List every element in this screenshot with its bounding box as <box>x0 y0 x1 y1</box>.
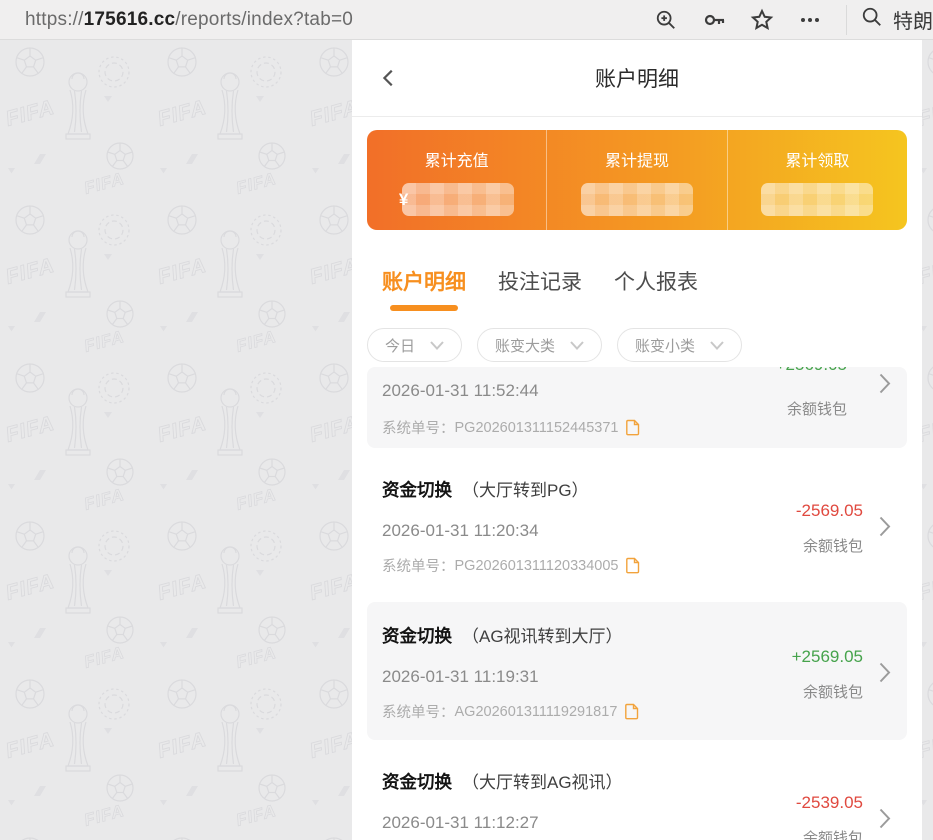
tab-label: 个人报表 <box>614 266 698 296</box>
copy-icon[interactable] <box>626 419 640 436</box>
order-number: AG202601311119291817 <box>455 704 618 720</box>
ellipsis-icon[interactable] <box>798 8 822 32</box>
url-scheme: https:// <box>25 9 84 30</box>
star-icon[interactable] <box>750 8 774 32</box>
chevron-down-icon <box>570 341 584 350</box>
summary-recharge: 累计充值 ¥ <box>367 130 546 230</box>
record-datetime: 2026-01-31 11:20:34 <box>382 521 796 541</box>
currency-symbol: ¥ <box>399 190 408 210</box>
wallet-label: 余额钱包 <box>787 398 847 419</box>
content-panel: 账户明细 累计充值 ¥ 累计提现 累计领取 <box>352 40 922 840</box>
record-title: 资金切换（大厅转到AG视讯） <box>382 768 796 794</box>
chevron-right-icon[interactable] <box>863 622 907 722</box>
tab-personal-report[interactable]: 个人报表 <box>614 266 698 296</box>
order-label: 系统单号： <box>382 417 455 438</box>
order-number: PG202601311120334005 <box>455 558 619 574</box>
redacted-value <box>581 183 693 216</box>
amount: -2539.05 <box>796 793 863 813</box>
redacted-value <box>761 183 873 216</box>
copy-icon[interactable] <box>626 557 640 574</box>
page-title: 账户明细 <box>595 63 679 93</box>
copy-icon[interactable] <box>625 703 639 720</box>
record-title: 资金切换（大厅转到PG） <box>382 476 796 502</box>
back-chevron-icon <box>378 67 400 89</box>
chevron-down-icon <box>710 341 724 350</box>
chevron-right-icon[interactable] <box>863 476 907 576</box>
chevron-right-icon[interactable] <box>879 373 891 399</box>
wallet-label: 余额钱包 <box>803 535 863 556</box>
amount-clipped: +2569.05 <box>776 367 847 376</box>
transaction-list: +2569.05 2026-01-31 11:52:44 系统单号： PG202… <box>352 367 922 840</box>
toolbar-divider <box>846 5 847 35</box>
browser-bar: https://175616.cc/reports/index?tab=0 特朗 <box>0 0 933 40</box>
transaction-record[interactable]: 资金切换（AG视讯转到大厅） 2026-01-31 11:19:31 系统单号：… <box>367 602 907 740</box>
redacted-value <box>402 183 514 216</box>
back-button[interactable] <box>378 65 404 91</box>
chevron-right-icon[interactable] <box>863 768 907 840</box>
filter-label: 账变小类 <box>635 335 695 356</box>
transaction-record[interactable]: +2569.05 2026-01-31 11:52:44 系统单号： PG202… <box>367 367 907 448</box>
chevron-down-icon <box>430 341 444 350</box>
app-header: 账户明细 <box>352 40 922 117</box>
tab-bar: 账户明细 投注记录 个人报表 <box>352 266 922 311</box>
summary-withdraw: 累计提现 <box>546 130 726 230</box>
zoom-in-icon[interactable] <box>654 8 678 32</box>
browser-search[interactable]: 特朗 <box>861 5 933 34</box>
record-title: 资金切换（AG视讯转到大厅） <box>382 622 792 648</box>
summary-label: 累计充值 <box>425 147 489 171</box>
filter-label: 今日 <box>385 335 415 356</box>
tab-label: 投注记录 <box>498 266 582 296</box>
wallet-label: 余额钱包 <box>803 827 863 840</box>
url-domain: 175616.cc <box>84 9 176 30</box>
filter-bar: 今日 账变大类 账变小类 <box>352 328 922 362</box>
transaction-record[interactable]: 资金切换（大厅转到AG视讯） 2026-01-31 11:12:27 系统单号：… <box>367 748 907 840</box>
wallet-label: 余额钱包 <box>803 681 863 702</box>
summary-label: 累计提现 <box>605 147 669 171</box>
tab-label: 账户明细 <box>382 266 466 296</box>
transaction-record[interactable]: 资金切换（大厅转到PG） 2026-01-31 11:20:34 系统单号： P… <box>367 456 907 594</box>
page-background: FIFA FIFA <box>0 40 933 840</box>
url-path: /reports/index?tab=0 <box>175 9 353 30</box>
summary-card: 累计充值 ¥ 累计提现 累计领取 <box>367 130 907 230</box>
record-datetime: 2026-01-31 11:19:31 <box>382 667 792 687</box>
order-number: PG202601311152445371 <box>455 420 619 436</box>
address-bar[interactable]: https://175616.cc/reports/index?tab=0 <box>25 9 654 31</box>
amount: +2569.05 <box>792 647 863 667</box>
tab-account-detail[interactable]: 账户明细 <box>382 266 466 311</box>
tab-bet-records[interactable]: 投注记录 <box>498 266 582 296</box>
search-icon <box>861 6 883 34</box>
summary-claim: 累计领取 <box>727 130 907 230</box>
filter-major-category-dropdown[interactable]: 账变大类 <box>477 328 602 362</box>
record-datetime: 2026-01-31 11:12:27 <box>382 813 796 833</box>
filter-minor-category-dropdown[interactable]: 账变小类 <box>617 328 742 362</box>
filter-date-dropdown[interactable]: 今日 <box>367 328 462 362</box>
active-tab-indicator <box>390 305 458 311</box>
filter-label: 账变大类 <box>495 335 555 356</box>
order-label: 系统单号： <box>382 555 455 576</box>
order-label: 系统单号： <box>382 701 455 722</box>
search-query-text: 特朗 <box>893 5 933 34</box>
summary-label: 累计领取 <box>785 147 849 171</box>
key-icon[interactable] <box>702 8 726 32</box>
amount: -2569.05 <box>796 501 863 521</box>
